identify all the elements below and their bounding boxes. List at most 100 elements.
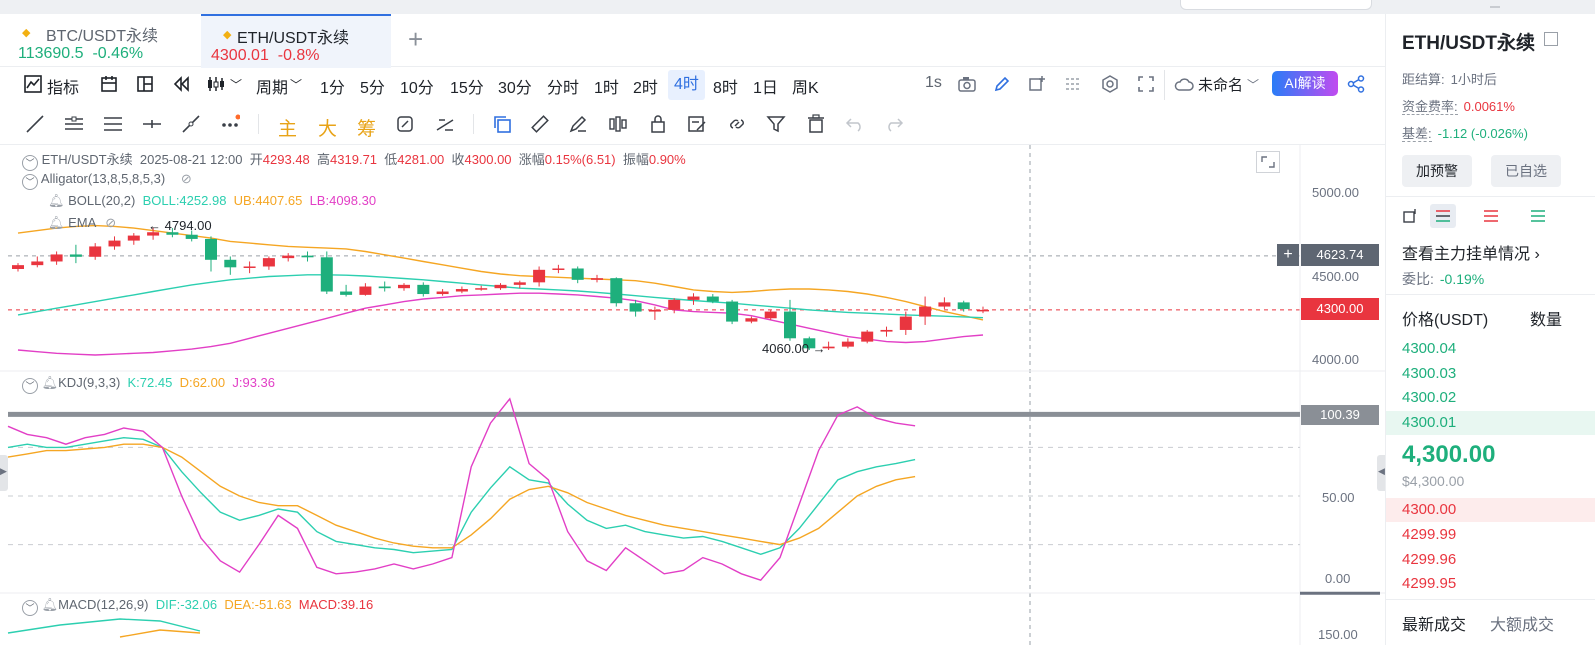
lock-icon[interactable] bbox=[648, 114, 668, 134]
left-collapse-handle[interactable]: ▶ bbox=[0, 455, 8, 491]
chevron-down-icon[interactable]: ﹀ bbox=[290, 76, 302, 93]
add-alert-button[interactable]: 加预警 bbox=[1402, 155, 1472, 187]
bell-icon[interactable]: 🔔︎ bbox=[48, 193, 65, 208]
measure-icon[interactable] bbox=[435, 114, 455, 134]
interval-8h[interactable]: 8时 bbox=[713, 74, 738, 98]
ask-price[interactable]: 4300.00 bbox=[1402, 501, 1456, 518]
interval-1m[interactable]: 1分 bbox=[320, 74, 345, 98]
alligator-label: Alligator(13,8,5,8,5,3) bbox=[40, 171, 166, 186]
pencil-icon[interactable] bbox=[993, 75, 1011, 93]
collapse-icon[interactable]: ﹀ bbox=[22, 600, 38, 616]
chart-area[interactable]: ﹀ ETH/USDT永续 2025-08-21 12:00 开4293.48 高… bbox=[0, 145, 1385, 645]
fullscreen-icon[interactable] bbox=[1137, 75, 1155, 93]
tab-latest-trades[interactable]: 最新成交 bbox=[1402, 611, 1466, 635]
link-icon[interactable] bbox=[727, 114, 747, 134]
tab-eth-usdt[interactable]: ◆ ETH/USDT永续 4300.01 -0.8% bbox=[201, 14, 391, 68]
ask-price[interactable]: 4299.99 bbox=[1402, 526, 1456, 543]
main-orders-link[interactable]: 查看主力挂单情况 › bbox=[1402, 240, 1540, 264]
collapse-icon[interactable]: ﹀ bbox=[22, 155, 38, 171]
note-icon[interactable] bbox=[687, 114, 707, 134]
horizontal-ray-icon[interactable] bbox=[142, 114, 162, 134]
interval-1d[interactable]: 1日 bbox=[753, 74, 778, 98]
add-tab-button[interactable]: + bbox=[408, 24, 423, 55]
order-book-buy-icon[interactable] bbox=[1529, 208, 1547, 224]
interval-30m[interactable]: 30分 bbox=[498, 74, 532, 98]
add-alert-icon[interactable] bbox=[1028, 75, 1046, 93]
ask-price[interactable]: 4299.96 bbox=[1402, 551, 1456, 568]
candles-icon[interactable] bbox=[608, 114, 628, 134]
collapse-icon[interactable]: ﹀ bbox=[22, 174, 38, 190]
tab-large-trades[interactable]: 大额成交 bbox=[1490, 611, 1554, 635]
tab-price: 113690.5 -0.46% bbox=[18, 45, 144, 62]
copy-icon[interactable] bbox=[1544, 32, 1558, 46]
candle-type-icon[interactable] bbox=[206, 75, 226, 93]
trend-line-icon[interactable] bbox=[25, 114, 45, 134]
filter-icon[interactable] bbox=[766, 114, 786, 134]
undo-icon[interactable] bbox=[845, 114, 865, 134]
interval-1h[interactable]: 1时 bbox=[594, 74, 619, 98]
period-dropdown[interactable]: 周期 bbox=[256, 74, 288, 98]
layout-icon[interactable] bbox=[136, 75, 154, 93]
order-book-asks-icon[interactable] bbox=[1482, 208, 1500, 224]
layout-name-dropdown[interactable]: 未命名 bbox=[1198, 74, 1243, 95]
ai-analysis-button[interactable]: AI解读 bbox=[1272, 71, 1338, 96]
settings-icon[interactable] bbox=[1101, 75, 1119, 93]
refresh-rate[interactable]: 1s bbox=[925, 74, 942, 92]
candle bbox=[301, 251, 314, 262]
ray-icon[interactable] bbox=[181, 114, 201, 134]
bid-price[interactable]: 4300.02 bbox=[1402, 389, 1456, 406]
window-menu-icon[interactable] bbox=[1490, 0, 1500, 8]
ruler-icon[interactable] bbox=[530, 114, 550, 134]
interval-timeline[interactable]: 分时 bbox=[547, 74, 579, 98]
bid-price[interactable]: 4300.03 bbox=[1402, 365, 1456, 382]
bell-icon[interactable]: 🔔︎ bbox=[42, 597, 59, 612]
search-box[interactable] bbox=[1180, 0, 1372, 10]
interval-2h[interactable]: 2时 bbox=[633, 74, 658, 98]
interval-5m[interactable]: 5分 bbox=[360, 74, 385, 98]
trash-icon[interactable] bbox=[806, 114, 826, 134]
share-icon[interactable] bbox=[1347, 75, 1365, 93]
big-order-button[interactable]: 大 bbox=[318, 114, 337, 141]
expand-icon[interactable] bbox=[1256, 151, 1280, 173]
template-icon[interactable] bbox=[100, 75, 118, 93]
parallel-channel-icon[interactable] bbox=[103, 114, 123, 134]
interval-15m[interactable]: 15分 bbox=[450, 74, 484, 98]
order-book-both-icon[interactable] bbox=[1402, 208, 1418, 224]
main-force-button[interactable]: 主 bbox=[278, 114, 297, 141]
tab-btc-usdt[interactable]: ◆ BTC/USDT永续 113690.5 -0.46% bbox=[0, 14, 190, 66]
redo-icon[interactable] bbox=[884, 114, 904, 134]
replay-icon[interactable] bbox=[172, 75, 190, 93]
copy-icon[interactable] bbox=[492, 114, 512, 134]
interval-10m[interactable]: 10分 bbox=[400, 74, 434, 98]
magnet-icon[interactable] bbox=[395, 114, 415, 134]
bell-icon[interactable]: 🔔︎ bbox=[42, 375, 59, 390]
indicators-button[interactable]: 指标 bbox=[47, 74, 79, 98]
chevron-down-icon[interactable]: ﹀ bbox=[230, 76, 242, 93]
legend-close-label: 收 bbox=[451, 152, 465, 167]
indicator-icon[interactable] bbox=[24, 75, 42, 93]
collapse-icon[interactable]: ﹀ bbox=[22, 378, 38, 394]
horizontal-lines-icon[interactable] bbox=[64, 114, 84, 134]
panel-collapse-handle[interactable]: ◀ bbox=[1377, 455, 1385, 491]
cloud-icon[interactable] bbox=[1174, 76, 1194, 92]
candle bbox=[417, 282, 430, 297]
bid-price[interactable]: 4300.04 bbox=[1402, 340, 1456, 357]
list-icon[interactable] bbox=[1064, 75, 1082, 93]
brush-icon[interactable] bbox=[568, 114, 588, 134]
candle-body bbox=[533, 269, 546, 283]
eye-hidden-icon[interactable]: ⊘ bbox=[181, 171, 192, 186]
chips-button[interactable]: 筹 bbox=[357, 114, 376, 141]
ask-price[interactable]: 4299.95 bbox=[1402, 575, 1456, 592]
camera-icon[interactable] bbox=[957, 75, 977, 93]
more-tools-icon[interactable] bbox=[220, 114, 240, 134]
watchlist-button[interactable]: 已自选 bbox=[1491, 155, 1561, 187]
candle bbox=[224, 256, 237, 275]
bid-price[interactable]: 4300.01 bbox=[1402, 414, 1456, 431]
bell-icon[interactable]: 🔔︎ bbox=[48, 215, 65, 230]
add-price-line-button[interactable]: + bbox=[1277, 244, 1299, 266]
eye-hidden-icon[interactable]: ⊘ bbox=[105, 215, 116, 230]
interval-4h[interactable]: 4时 bbox=[668, 70, 705, 100]
chevron-down-icon[interactable]: ﹀ bbox=[1247, 76, 1259, 93]
order-book-bids-tab[interactable] bbox=[1430, 204, 1456, 228]
interval-week[interactable]: 周K bbox=[792, 74, 819, 98]
